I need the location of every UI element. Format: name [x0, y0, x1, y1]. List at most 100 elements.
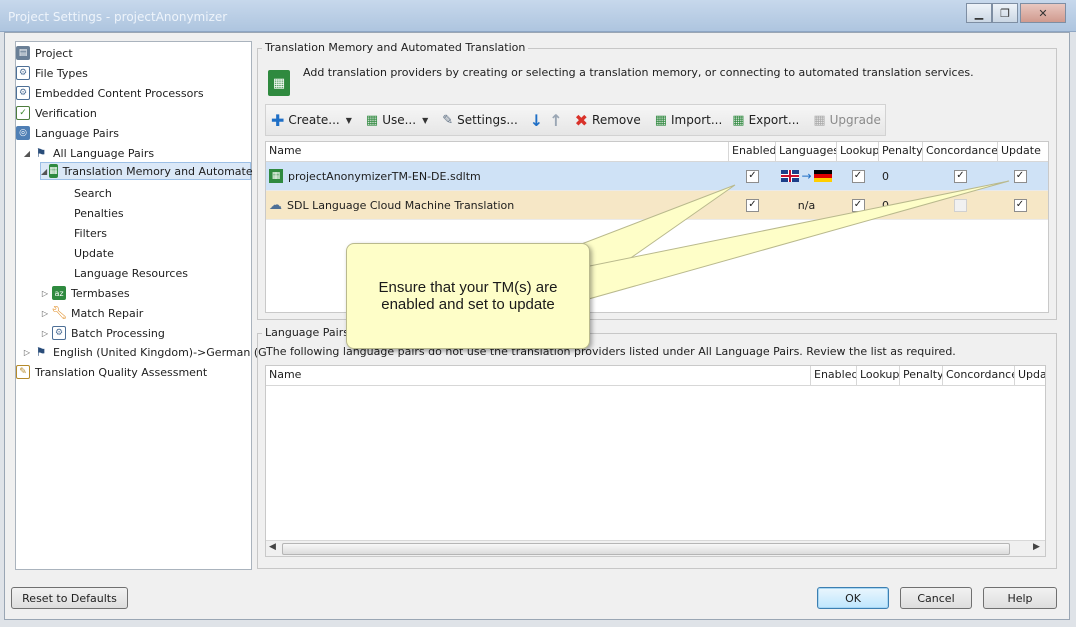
create-button[interactable]: ✚ Create... ▼: [266, 107, 357, 133]
table-row[interactable]: ▦ projectAnonymizerTM-EN-DE.sdltm ✓ → ✓ …: [266, 162, 1048, 191]
scroll-right-icon[interactable]: ▶: [1033, 542, 1040, 552]
expand-arrow-icon[interactable]: ▷: [40, 289, 50, 298]
expand-arrow-icon[interactable]: ▷: [40, 329, 50, 338]
move-down-button[interactable]: ↓: [527, 107, 546, 133]
lp-grid-header: Name Enabled Lookup Penalty Concordance …: [266, 366, 1045, 386]
help-button[interactable]: Help: [983, 587, 1057, 609]
column-header-lookup[interactable]: Lookup: [837, 142, 879, 161]
settings-icon: ✎: [442, 112, 454, 128]
column-header-enabled[interactable]: Enabled: [729, 142, 776, 161]
column-header-name[interactable]: Name: [266, 142, 729, 161]
horizontal-scrollbar[interactable]: ◀ ▶: [266, 540, 1045, 556]
tree-item-language-pairs[interactable]: ◎ Language Pairs: [16, 124, 119, 142]
penalty-cell[interactable]: 0: [879, 162, 923, 190]
column-header-lookup[interactable]: Lookup: [857, 366, 900, 385]
update-checkbox[interactable]: ✓: [1013, 198, 1027, 212]
expand-arrow-icon[interactable]: ▷: [40, 309, 50, 318]
tree-item-label: Verification: [35, 106, 97, 120]
dropdown-arrow-icon[interactable]: ▼: [346, 116, 352, 125]
tree-item-label: Penalties: [74, 206, 124, 220]
update-checkbox[interactable]: ✓: [1013, 169, 1027, 183]
restore-icon: ❐: [1000, 6, 1010, 20]
scroll-left-icon[interactable]: ◀: [269, 542, 276, 552]
export-label: Export...: [748, 113, 800, 127]
tree-item-update[interactable]: Update: [74, 244, 114, 262]
column-header-concordance[interactable]: Concordance: [943, 366, 1015, 385]
column-header-update[interactable]: Upda: [1015, 366, 1045, 385]
tree-item-search[interactable]: Search: [74, 184, 112, 202]
row-name-label: SDL Language Cloud Machine Translation: [287, 198, 515, 212]
tree-item-file-types[interactable]: ⚙ File Types: [16, 64, 88, 82]
ok-button[interactable]: OK: [817, 587, 889, 609]
column-header-languages[interactable]: Languages: [776, 142, 837, 161]
use-button[interactable]: ▦ Use... ▼: [361, 107, 433, 133]
column-header-concordance[interactable]: Concordance: [923, 142, 998, 161]
lookup-checkbox[interactable]: ✓: [851, 169, 865, 183]
tree-item-project[interactable]: ▤ Project: [16, 44, 73, 62]
import-button[interactable]: ▦ Import...: [650, 107, 728, 133]
tree-item-penalties[interactable]: Penalties: [74, 204, 124, 222]
tree-item-verification[interactable]: ✓ Verification: [16, 104, 97, 122]
scrollbar-thumb[interactable]: [282, 543, 1010, 555]
collapse-arrow-icon[interactable]: ◢: [22, 149, 32, 158]
language-pairs-icon: ◎: [16, 126, 30, 140]
tree-item-termbases[interactable]: ▷ az Termbases: [40, 284, 130, 302]
table-row[interactable]: ☁ SDL Language Cloud Machine Translation…: [266, 191, 1048, 220]
tree-item-label: All Language Pairs: [53, 146, 155, 160]
language-pairs-grid: Name Enabled Lookup Penalty Concordance …: [265, 365, 1046, 557]
collapse-arrow-icon[interactable]: ◢: [41, 167, 47, 176]
tree-item-label: Translation Quality Assessment: [35, 365, 208, 379]
tree-item-embedded-content[interactable]: ⚙ Embedded Content Processors: [16, 84, 204, 102]
settings-tree: ▤ Project ⚙ File Types ⚙ Embedded Conten…: [15, 41, 267, 570]
restore-button[interactable]: ❐: [992, 3, 1018, 23]
column-header-penalty[interactable]: Penalty: [879, 142, 923, 161]
tree-item-label: File Types: [35, 66, 88, 80]
settings-button[interactable]: ✎ Settings...: [437, 107, 523, 133]
remove-label: Remove: [592, 113, 641, 127]
upgrade-button[interactable]: ▦ Upgrade: [808, 107, 886, 133]
german-flag-icon: [813, 170, 832, 182]
enabled-checkbox[interactable]: ✓: [746, 169, 759, 183]
column-header-name[interactable]: Name: [266, 366, 811, 385]
tree-item-label: Project: [35, 46, 73, 60]
import-icon: ▦: [654, 112, 668, 128]
row-name-cell: ▦ projectAnonymizerTM-EN-DE.sdltm: [266, 162, 729, 190]
reset-to-defaults-button[interactable]: Reset to Defaults: [11, 587, 128, 609]
tree-item-label: Filters: [74, 226, 107, 240]
lookup-checkbox[interactable]: ✓: [851, 198, 865, 212]
column-header-update[interactable]: Update: [998, 142, 1042, 161]
remove-button[interactable]: ✖ Remove: [570, 107, 646, 133]
flag-icon: ⚑: [35, 146, 47, 160]
tree-item-language-resources[interactable]: Language Resources: [74, 264, 188, 282]
tree-item-match-repair[interactable]: ▷ 🔧︎ Match Repair: [40, 304, 143, 322]
tree-item-label: English (United Kingdom)->German (G: [53, 345, 267, 359]
penalty-cell[interactable]: 0: [879, 191, 923, 219]
tree-item-filters[interactable]: Filters: [74, 224, 107, 242]
enabled-checkbox[interactable]: ✓: [746, 198, 759, 212]
tree-item-english-german[interactable]: ▷ ⚑ English (United Kingdom)->German (G: [22, 343, 267, 361]
move-up-button[interactable]: ↑: [546, 107, 565, 133]
tree-item-all-language-pairs[interactable]: ◢ ⚑ All Language Pairs: [22, 144, 154, 162]
tree-item-translation-quality[interactable]: ✎ Translation Quality Assessment: [16, 363, 207, 381]
cancel-button[interactable]: Cancel: [900, 587, 972, 609]
column-header-enabled[interactable]: Enabled: [811, 366, 857, 385]
tree-item-translation-memory[interactable]: ◢ ▦ Translation Memory and Automate: [40, 162, 253, 180]
close-button[interactable]: ✕: [1020, 3, 1066, 23]
dropdown-arrow-icon[interactable]: ▼: [422, 116, 428, 125]
title-bar: Project Settings - projectAnonymizer ▁ ❐…: [0, 0, 1076, 32]
minimize-icon: ▁: [974, 6, 984, 20]
flag-icon: ⚑: [35, 345, 47, 359]
tree-item-batch-processing[interactable]: ▷ ⚙ Batch Processing: [40, 324, 165, 342]
embedded-content-icon: ⚙: [16, 86, 30, 100]
language-pairs-section-title: Language Pairs: [262, 326, 352, 339]
tree-item-label: Search: [74, 186, 112, 200]
expand-arrow-icon[interactable]: ▷: [22, 348, 32, 357]
cloud-icon: ☁: [269, 197, 282, 213]
concordance-checkbox[interactable]: ✓: [954, 169, 967, 183]
column-header-penalty[interactable]: Penalty: [900, 366, 943, 385]
export-button[interactable]: ▦ Export...: [727, 107, 804, 133]
upgrade-label: Upgrade: [829, 113, 881, 127]
minimize-button[interactable]: ▁: [966, 3, 992, 23]
wrench-icon: 🔧︎: [50, 305, 68, 321]
import-label: Import...: [671, 113, 723, 127]
